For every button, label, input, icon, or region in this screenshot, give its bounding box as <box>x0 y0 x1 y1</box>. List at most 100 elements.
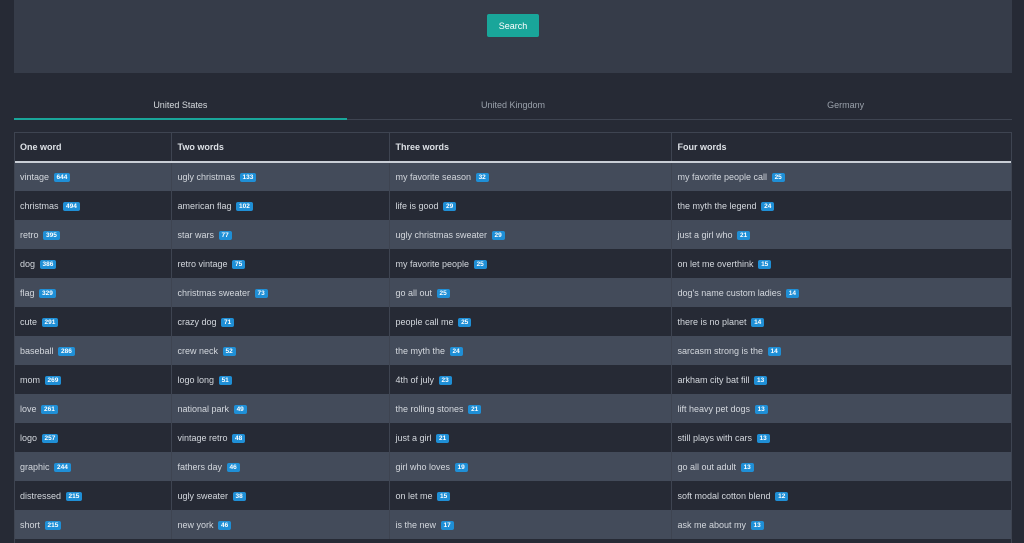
keyword-cell-three-words[interactable]: my favorite people 25 <box>389 249 672 278</box>
keyword-cell-one-word[interactable]: distressed 215 <box>14 481 172 510</box>
keyword-text[interactable]: star wars <box>178 230 215 240</box>
search-button[interactable]: Search <box>487 14 539 37</box>
keyword-text[interactable]: arkham city bat fill <box>678 375 750 385</box>
keyword-cell-four-words[interactable]: ask me about my 13 <box>671 510 1012 539</box>
keyword-text[interactable]: retro vintage <box>178 259 228 269</box>
tab-united-kingdom[interactable]: United Kingdom <box>347 93 680 119</box>
column-header-four-words[interactable]: Four words <box>671 132 1012 163</box>
keyword-text[interactable]: ugly sweater <box>178 491 229 501</box>
keyword-cell-three-words[interactable]: is the new 17 <box>389 510 672 539</box>
keyword-cell-one-word[interactable]: flag 329 <box>14 278 172 307</box>
keyword-text[interactable]: graphic <box>20 462 50 472</box>
keyword-cell-two-words[interactable]: vintage retro 48 <box>171 423 390 452</box>
keyword-cell-one-word[interactable]: christmas 494 <box>14 191 172 220</box>
keyword-text[interactable]: is the new <box>396 520 437 530</box>
keyword-text[interactable]: my favorite people <box>396 259 470 269</box>
keyword-text[interactable]: girl who loves <box>396 462 451 472</box>
keyword-cell-two-words[interactable]: new york 46 <box>171 510 390 539</box>
keyword-cell-two-words[interactable]: ugly sweater 38 <box>171 481 390 510</box>
keyword-cell-four-words[interactable]: just a girl who 21 <box>671 220 1012 249</box>
column-header-three-words[interactable]: Three words <box>389 132 672 163</box>
keyword-text[interactable]: logo <box>20 433 37 443</box>
keyword-text[interactable]: 4th of july <box>396 375 435 385</box>
keyword-text[interactable]: fathers day <box>178 462 223 472</box>
keyword-text[interactable]: crazy dog <box>178 317 217 327</box>
keyword-cell-four-words[interactable]: arkham city bat fill 13 <box>671 365 1012 394</box>
keyword-text[interactable]: dog <box>20 259 35 269</box>
keyword-cell-three-words[interactable]: the myth the 24 <box>389 336 672 365</box>
keyword-cell-two-words[interactable]: fathers day 46 <box>171 452 390 481</box>
keyword-text[interactable]: short <box>20 520 40 530</box>
keyword-text[interactable]: life is good <box>396 201 439 211</box>
keyword-text[interactable]: the myth the legend <box>678 201 757 211</box>
keyword-cell-four-words[interactable]: soft modal cotton blend 12 <box>671 481 1012 510</box>
keyword-text[interactable]: crew neck <box>178 346 219 356</box>
keyword-cell-one-word[interactable]: short 215 <box>14 510 172 539</box>
keyword-cell-three-words[interactable]: ugly christmas sweater 29 <box>389 220 672 249</box>
column-header-two-words[interactable]: Two words <box>171 132 390 163</box>
keyword-cell-two-words[interactable]: ugly christmas 133 <box>171 162 390 191</box>
keyword-cell-one-word[interactable]: mom 269 <box>14 365 172 394</box>
keyword-text[interactable]: new york <box>178 520 214 530</box>
keyword-text[interactable]: flag <box>20 288 35 298</box>
keyword-text[interactable]: baseball <box>20 346 54 356</box>
keyword-cell-two-words[interactable]: retro vintage 75 <box>171 249 390 278</box>
tab-germany[interactable]: Germany <box>679 93 1012 119</box>
keyword-text[interactable]: the myth the <box>396 346 446 356</box>
column-header-one-word[interactable]: One word <box>14 132 172 163</box>
keyword-text[interactable]: logo long <box>178 375 215 385</box>
keyword-text[interactable]: go all out adult <box>678 462 737 472</box>
keyword-cell-one-word[interactable]: vintage 644 <box>14 162 172 191</box>
keyword-cell-two-words[interactable]: crew neck 52 <box>171 336 390 365</box>
keyword-text[interactable]: dog's name custom ladies <box>678 288 782 298</box>
keyword-cell-one-word[interactable]: logo 257 <box>14 423 172 452</box>
keyword-text[interactable]: people call me <box>396 317 454 327</box>
keyword-text[interactable]: still plays with cars <box>678 433 753 443</box>
keyword-cell-four-words[interactable]: go all out adult 13 <box>671 452 1012 481</box>
keyword-cell-three-words[interactable]: 4th of july 23 <box>389 365 672 394</box>
keyword-text[interactable]: go all out <box>396 288 433 298</box>
keyword-cell-one-word[interactable]: retro 395 <box>14 220 172 249</box>
keyword-text[interactable]: cute <box>20 317 37 327</box>
keyword-cell-four-words[interactable]: dog's name custom ladies 14 <box>671 278 1012 307</box>
keyword-cell-three-words[interactable]: just a girl 21 <box>389 423 672 452</box>
keyword-text[interactable]: my favorite people call <box>678 172 768 182</box>
keyword-cell-four-words[interactable]: sarcasm strong is the 14 <box>671 336 1012 365</box>
keyword-text[interactable]: retro <box>20 230 39 240</box>
keyword-text[interactable]: lift heavy pet dogs <box>678 404 751 414</box>
keyword-cell-four-words[interactable]: still plays with cars 13 <box>671 423 1012 452</box>
keyword-text[interactable]: distressed <box>20 491 61 501</box>
tab-united-states[interactable]: United States <box>14 93 347 120</box>
keyword-cell-three-words[interactable]: the rolling stones 21 <box>389 394 672 423</box>
keyword-cell-two-words[interactable]: star wars 77 <box>171 220 390 249</box>
keyword-text[interactable]: mom <box>20 375 40 385</box>
keyword-text[interactable]: national park <box>178 404 230 414</box>
keyword-text[interactable]: christmas sweater <box>178 288 251 298</box>
keyword-cell-four-words[interactable]: lift heavy pet dogs 13 <box>671 394 1012 423</box>
keyword-text[interactable]: on let me <box>396 491 433 501</box>
keyword-cell-two-words[interactable]: logo long 51 <box>171 365 390 394</box>
keyword-cell-two-words[interactable]: christmas sweater 73 <box>171 278 390 307</box>
keyword-text[interactable]: christmas <box>20 201 59 211</box>
keyword-cell-two-words[interactable]: national park 49 <box>171 394 390 423</box>
keyword-text[interactable]: there is no planet <box>678 317 747 327</box>
keyword-text[interactable]: just a girl <box>396 433 432 443</box>
keyword-text[interactable]: sarcasm strong is the <box>678 346 764 356</box>
keyword-cell-four-words[interactable]: the myth the legend 24 <box>671 191 1012 220</box>
keyword-text[interactable]: just a girl who <box>678 230 733 240</box>
keyword-text[interactable]: american flag <box>178 201 232 211</box>
keyword-cell-one-word[interactable]: cute 291 <box>14 307 172 336</box>
keyword-text[interactable]: love <box>20 404 37 414</box>
keyword-text[interactable]: on let me overthink <box>678 259 754 269</box>
keyword-cell-three-words[interactable]: life is good 29 <box>389 191 672 220</box>
keyword-cell-three-words[interactable]: my favorite season 32 <box>389 162 672 191</box>
keyword-cell-two-words[interactable]: crazy dog 71 <box>171 307 390 336</box>
keyword-cell-four-words[interactable]: on let me overthink 15 <box>671 249 1012 278</box>
keyword-text[interactable]: my favorite season <box>396 172 472 182</box>
keyword-cell-one-word[interactable]: love 261 <box>14 394 172 423</box>
keyword-cell-four-words[interactable]: my favorite people call 25 <box>671 162 1012 191</box>
keyword-text[interactable]: ugly christmas sweater <box>396 230 488 240</box>
keyword-cell-three-words[interactable]: on let me 15 <box>389 481 672 510</box>
keyword-cell-three-words[interactable]: go all out 25 <box>389 278 672 307</box>
keyword-text[interactable]: ugly christmas <box>178 172 236 182</box>
